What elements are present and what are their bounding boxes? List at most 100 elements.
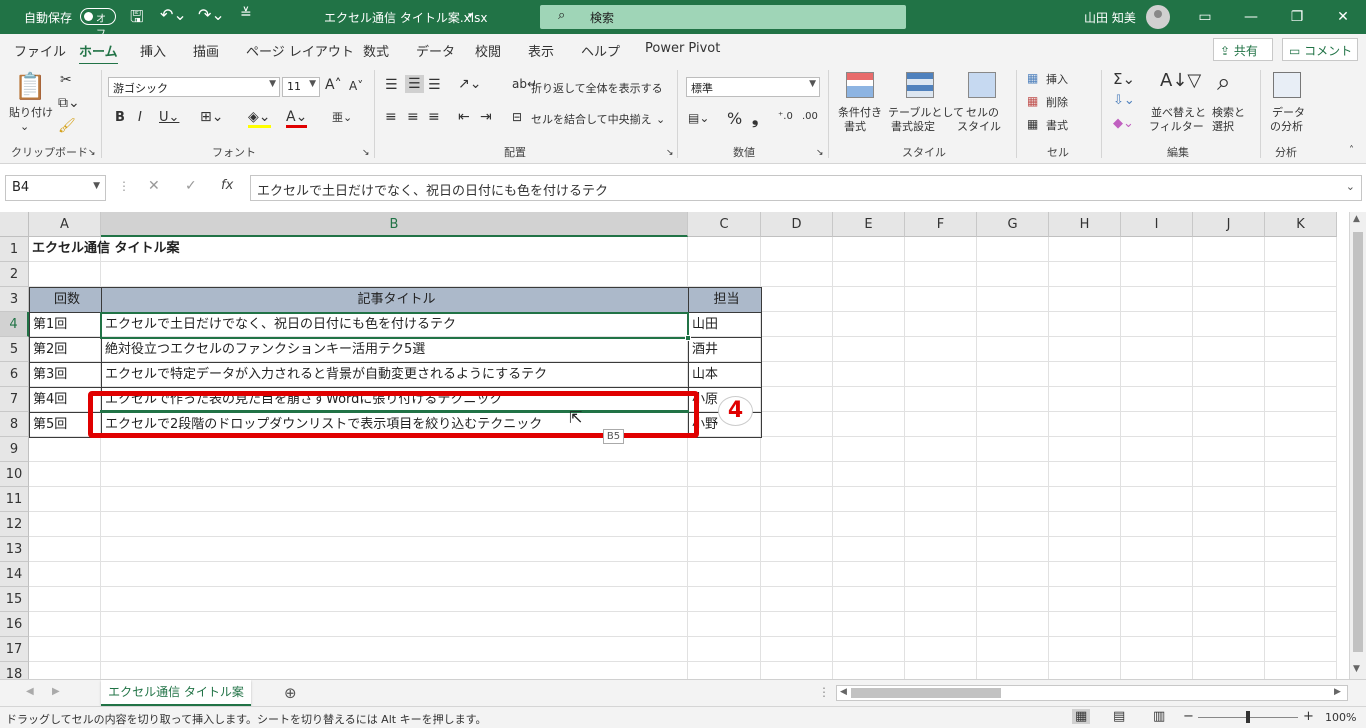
grid-cell[interactable] [833,362,905,387]
search-box[interactable]: ⌕ 検索 [540,5,906,29]
grid-cell[interactable] [833,637,905,662]
grid-cell[interactable] [1121,462,1193,487]
normal-view-icon[interactable]: ▦ [1072,709,1091,724]
grid-cell[interactable] [1049,312,1121,337]
grid-cell[interactable] [1121,662,1193,679]
table-cell[interactable]: 山本 [688,362,762,388]
grid-cell[interactable] [29,537,101,562]
fill-handle[interactable] [685,335,691,341]
sort-filter-label-1[interactable]: 並べ替えと [1151,106,1206,120]
grid-cell[interactable] [1049,437,1121,462]
analyze-data-label-2[interactable]: の分析 [1270,120,1303,134]
grid-cell[interactable] [1265,412,1337,437]
table-header-cell[interactable]: 回数 [29,287,102,313]
font-size-select[interactable]: 11 ▼ [282,77,320,97]
copy-icon[interactable]: ⧉⌄ [58,95,80,111]
undo-icon[interactable]: ↶⌄ [160,5,187,24]
row-header-1[interactable]: 1 [0,237,29,262]
row-header-4[interactable]: 4 [0,312,29,337]
grid-cell[interactable] [1049,237,1121,262]
decrease-decimal-icon[interactable]: .00 [802,111,818,122]
increase-indent-icon[interactable]: ⇥ [480,109,492,125]
tab-review[interactable]: 校閲 [475,41,501,60]
grid-cell[interactable] [101,512,688,537]
grid-cell[interactable] [1265,362,1337,387]
row-header-12[interactable]: 12 [0,512,29,537]
grid-cell[interactable] [1049,462,1121,487]
collapse-ribbon-icon[interactable]: ˄ [1349,144,1354,158]
customize-qat-icon[interactable]: ≚ [240,6,252,22]
decrease-indent-icon[interactable]: ⇤ [458,109,470,125]
italic-icon[interactable]: I [138,110,142,125]
align-bottom-icon[interactable]: ☰ [428,77,441,93]
filename-chevron-icon[interactable]: ▾ [468,11,473,21]
wrap-text-button[interactable]: 折り返して全体を表示する [531,82,663,96]
grid-cell[interactable] [1193,487,1265,512]
table-cell[interactable]: 第2回 [29,337,102,363]
bold-icon[interactable]: B [115,110,125,125]
grid-cell[interactable] [905,387,977,412]
tab-help[interactable]: ヘルプ [581,41,620,60]
conditional-format-label-2[interactable]: 書式 [844,120,866,134]
grid-cell[interactable] [1193,337,1265,362]
grid-cell[interactable] [688,637,761,662]
fill-color-icon[interactable]: ◈⌄ [248,109,271,128]
scroll-down-icon[interactable]: ▼ [1353,664,1360,674]
table-header-cell[interactable]: 記事タイトル [101,287,689,313]
grid-cell[interactable] [688,562,761,587]
grid-cell[interactable] [1265,437,1337,462]
grow-font-icon[interactable]: A˄ [325,77,342,93]
grid-cell[interactable] [905,412,977,437]
table-header-cell[interactable]: 担当 [688,287,762,313]
grid-cell[interactable] [833,587,905,612]
scroll-left-icon[interactable]: ◀ [840,687,847,697]
grid-cell[interactable] [1121,612,1193,637]
comma-icon[interactable]: ❟ [752,109,758,129]
file-name[interactable]: エクセル通信 タイトル案.xlsx [324,9,487,26]
grid-cell[interactable] [101,462,688,487]
format-table-label-1[interactable]: テーブルとして [888,106,964,120]
grid-cell[interactable] [761,637,833,662]
row-header-10[interactable]: 10 [0,462,29,487]
row-header-17[interactable]: 17 [0,637,29,662]
row-header-5[interactable]: 5 [0,337,29,362]
delete-cells-button[interactable]: 削除 [1046,96,1068,110]
column-header-c[interactable]: C [688,212,761,237]
grid-cell[interactable] [905,312,977,337]
tab-file[interactable]: ファイル [14,41,66,60]
grid-cell[interactable] [833,312,905,337]
column-header-e[interactable]: E [833,212,905,237]
grid-cell[interactable] [1265,662,1337,679]
grid-cell[interactable] [761,237,833,262]
phonetic-icon[interactable]: 亜⌄ [332,109,352,125]
tab-data[interactable]: データ [416,41,455,60]
grid-cell[interactable] [1049,387,1121,412]
insert-cells-icon[interactable]: ▦ [1027,71,1038,85]
grid-cell[interactable] [977,562,1049,587]
grid-cell[interactable] [1193,412,1265,437]
scroll-up-icon[interactable]: ▲ [1353,214,1360,224]
grid-cell[interactable] [761,562,833,587]
fill-icon[interactable]: ⇩⌄ [1113,93,1135,108]
column-header-f[interactable]: F [905,212,977,237]
grid-cell[interactable] [761,587,833,612]
paste-chevron-icon[interactable]: ⌄ [20,120,29,134]
grid-cell[interactable] [1121,487,1193,512]
paste-icon[interactable]: 📋 [14,72,46,102]
grid-cell[interactable] [977,587,1049,612]
grid-cell[interactable] [101,637,688,662]
insert-function-icon[interactable]: fx [221,178,233,193]
name-box[interactable]: B4 ▼ [5,175,106,201]
grid-cell[interactable] [977,287,1049,312]
enter-icon[interactable]: ✓ [185,178,197,194]
grid-cell[interactable] [1265,587,1337,612]
table-cell[interactable]: エクセルで特定データが入力されると背景が自動変更されるようにするテク [101,362,689,388]
find-select-icon[interactable]: ⌕ [1217,68,1230,96]
grid-cell[interactable] [29,562,101,587]
font-color-icon[interactable]: A⌄ [286,109,308,128]
grid-cell[interactable] [1193,437,1265,462]
grid-cell[interactable] [1265,537,1337,562]
horizontal-scrollbar[interactable]: ◀ ▶ [836,685,1348,701]
grid-cell[interactable] [1121,287,1193,312]
cut-icon[interactable]: ✂ [60,72,72,88]
